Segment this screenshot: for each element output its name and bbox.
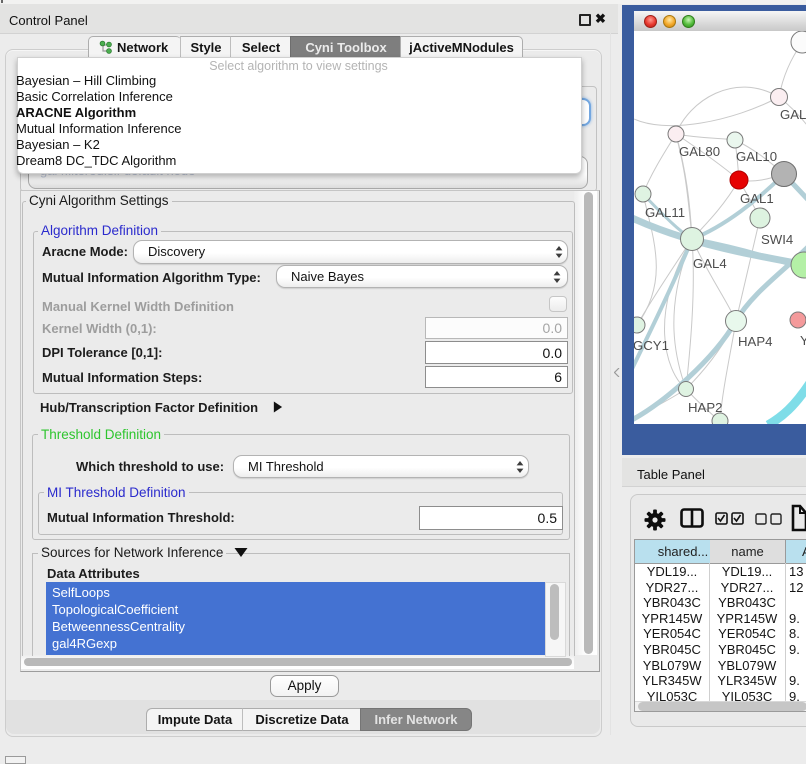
- svg-text:GAL11: GAL11: [645, 205, 685, 220]
- svg-text:GAL: GAL: [780, 107, 806, 122]
- svg-text:GCY1: GCY1: [634, 338, 669, 353]
- svg-text:GAL4: GAL4: [693, 256, 727, 271]
- svg-text:GAL1: GAL1: [740, 191, 774, 206]
- svg-text:GAL80: GAL80: [679, 144, 720, 159]
- svg-text:SWI4: SWI4: [761, 232, 793, 247]
- svg-text:HAP2: HAP2: [688, 400, 722, 415]
- svg-text:Y: Y: [800, 333, 806, 348]
- svg-text:GAL10: GAL10: [736, 149, 777, 164]
- svg-text:HAP4: HAP4: [738, 334, 772, 349]
